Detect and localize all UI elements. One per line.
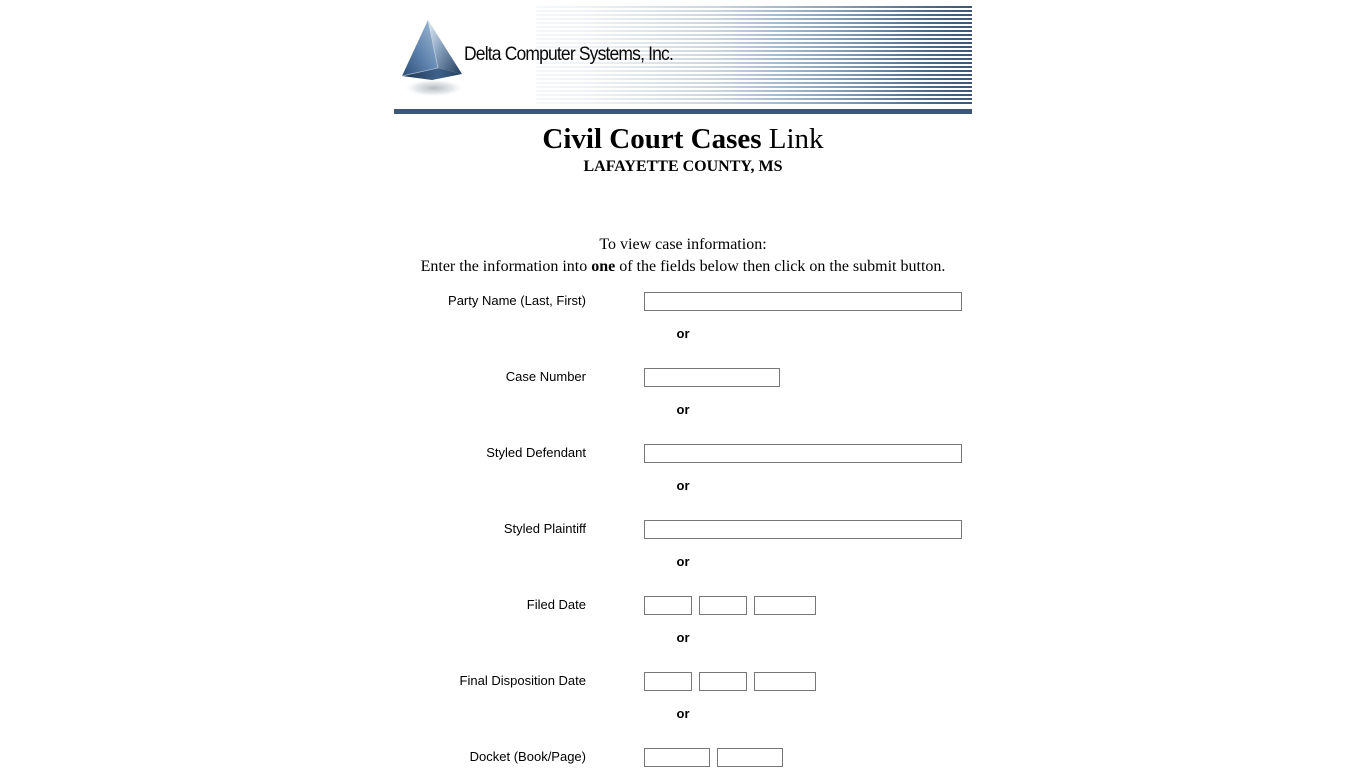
label-case-number: Case Number — [505, 369, 586, 384]
banner-underline-bar — [394, 109, 972, 114]
label-party-name: Party Name (Last, First) — [448, 293, 586, 308]
or-separator-6: or — [0, 706, 1366, 732]
input-case-number[interactable] — [644, 367, 780, 387]
label-filed-date: Filed Date — [526, 597, 586, 612]
form-row-filed-date: Filed Date — [0, 592, 1366, 618]
row-spacer — [0, 732, 1366, 744]
row-spacer — [0, 580, 1366, 592]
or-separator-label: or — [676, 630, 690, 645]
label-docket-book-page: Docket (Book/Page) — [469, 749, 586, 764]
instructions-line-1: To view case information: — [599, 236, 767, 253]
input-styled-plaintiff[interactable] — [644, 519, 962, 539]
instructions-block: To view case information: Enter the info… — [0, 234, 1366, 278]
page-title: Civil Court Cases Link — [0, 122, 1366, 156]
row-spacer — [0, 390, 1366, 402]
row-spacer — [0, 466, 1366, 478]
input-filed-date-1[interactable] — [644, 595, 692, 615]
inputs-case-number — [644, 367, 780, 387]
row-spacer — [0, 694, 1366, 706]
form-row-docket-book-page: Docket (Book/Page) — [0, 744, 1366, 770]
company-name: Delta Computer Systems, Inc. — [464, 44, 674, 65]
form-row-party-name: Party Name (Last, First) — [0, 288, 1366, 314]
input-final-disposition-date-1[interactable] — [644, 671, 692, 691]
inputs-party-name — [644, 291, 962, 311]
or-separator-label: or — [676, 402, 690, 417]
input-final-disposition-date-3[interactable] — [754, 671, 816, 691]
input-final-disposition-date-2[interactable] — [699, 671, 747, 691]
input-party-name[interactable] — [644, 291, 962, 311]
or-separator-3: or — [0, 478, 1366, 504]
inputs-filed-date — [644, 595, 816, 615]
instructions-line-2-after: of the fields below then click on the su… — [615, 258, 946, 275]
input-docket-book-page-2[interactable] — [717, 747, 783, 767]
instructions-line-2-before: Enter the information into — [420, 258, 592, 275]
row-spacer — [0, 656, 1366, 668]
form-row-case-number: Case Number — [0, 364, 1366, 390]
or-separator-label: or — [676, 706, 690, 721]
case-search-form: Party Name (Last, First) or Case Number or S… — [0, 288, 1366, 770]
page-title-light: Link — [761, 123, 824, 155]
form-row-styled-defendant: Styled Defendant — [0, 440, 1366, 466]
input-styled-defendant[interactable] — [644, 443, 962, 463]
form-row-styled-plaintiff: Styled Plaintiff — [0, 516, 1366, 542]
instructions-emphasis-one: one — [591, 258, 616, 275]
triangle-pyramid-logo-icon — [398, 16, 470, 108]
row-spacer — [0, 542, 1366, 554]
or-separator-1: or — [0, 326, 1366, 352]
or-separator-4: or — [0, 554, 1366, 580]
or-separator-5: or — [0, 630, 1366, 656]
row-spacer — [0, 314, 1366, 326]
input-filed-date-2[interactable] — [699, 595, 747, 615]
or-separator-2: or — [0, 402, 1366, 428]
or-separator-label: or — [676, 326, 690, 341]
inputs-final-disposition-date — [644, 671, 816, 691]
or-separator-label: or — [676, 554, 690, 569]
label-final-disposition-date: Final Disposition Date — [459, 673, 586, 688]
page-title-bold: Civil Court Cases — [542, 123, 762, 155]
input-filed-date-3[interactable] — [754, 595, 816, 615]
inputs-docket-book-page — [644, 747, 783, 767]
instructions-line-2: Enter the information into one of the fi… — [0, 256, 1366, 278]
row-spacer — [0, 504, 1366, 516]
label-styled-plaintiff: Styled Plaintiff — [503, 521, 586, 536]
row-spacer — [0, 428, 1366, 440]
row-spacer — [0, 618, 1366, 630]
row-spacer — [0, 352, 1366, 364]
inputs-styled-defendant — [644, 443, 962, 463]
label-styled-defendant: Styled Defendant — [486, 445, 586, 460]
input-docket-book-page-1[interactable] — [644, 747, 710, 767]
page-subtitle-county: LAFAYETTE COUNTY, MS — [583, 158, 783, 175]
inputs-styled-plaintiff — [644, 519, 962, 539]
or-separator-label: or — [676, 478, 690, 493]
form-row-final-disposition-date: Final Disposition Date — [0, 668, 1366, 694]
